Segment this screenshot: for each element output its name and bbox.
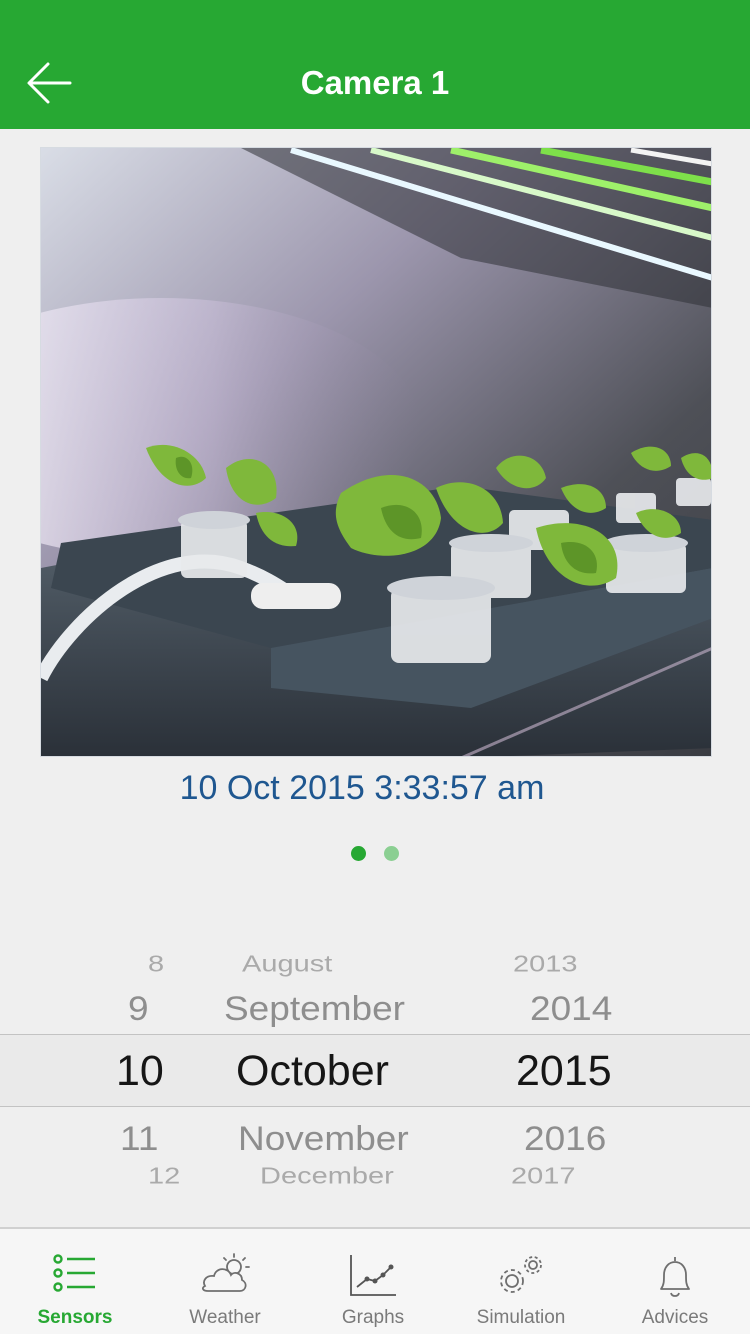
- gears-icon: [500, 1256, 542, 1293]
- tab-advices[interactable]: Advices: [600, 1229, 750, 1334]
- picker-month-selected[interactable]: October: [236, 1047, 389, 1096]
- picker-day-selected[interactable]: 10: [116, 1047, 164, 1096]
- picker-day-option[interactable]: 12: [148, 1163, 180, 1189]
- picker-month-option[interactable]: November: [238, 1120, 409, 1159]
- bell-icon: [660, 1257, 690, 1297]
- tab-label: Graphs: [341, 1307, 405, 1328]
- tab-graphs[interactable]: Graphs: [298, 1229, 448, 1334]
- picker-year-option[interactable]: 2013: [513, 951, 578, 977]
- picker-year-selected[interactable]: 2015: [516, 1047, 612, 1096]
- tab-label: Simulation: [476, 1307, 566, 1328]
- back-arrow-icon: [27, 62, 72, 104]
- page-dot-active[interactable]: [351, 846, 366, 861]
- page-indicator: [0, 846, 750, 862]
- picker-day-option[interactable]: 9: [128, 990, 149, 1029]
- picker-year-option[interactable]: 2016: [524, 1120, 606, 1159]
- page-dot[interactable]: [384, 846, 399, 861]
- photo-timestamp: 10 Oct 2015 3:33:57 am: [179, 769, 545, 807]
- page-title: Camera 1: [300, 64, 450, 101]
- picker-month-option[interactable]: December: [260, 1163, 394, 1189]
- picker-day-option[interactable]: 8: [148, 951, 164, 977]
- picker-year-option[interactable]: 2017: [511, 1163, 576, 1189]
- back-button[interactable]: [22, 58, 78, 108]
- picker-month-option[interactable]: August: [242, 951, 332, 977]
- tab-sensors[interactable]: Sensors: [0, 1229, 150, 1334]
- tab-label: Weather: [189, 1307, 261, 1328]
- list-icon: [53, 1254, 95, 1292]
- cloud-sun-icon: [201, 1253, 250, 1292]
- picker-month-option[interactable]: September: [224, 990, 405, 1029]
- camera-photo[interactable]: [40, 147, 712, 757]
- date-picker[interactable]: 8 9 10 11 12 August September October No…: [0, 930, 750, 1228]
- picker-day-option[interactable]: 11: [120, 1120, 158, 1159]
- picker-year-option[interactable]: 2014: [530, 990, 612, 1029]
- tab-weather[interactable]: Weather: [150, 1229, 300, 1334]
- tab-label: Advices: [641, 1307, 709, 1328]
- tab-label: Sensors: [37, 1307, 113, 1328]
- line-chart-icon: [350, 1255, 396, 1296]
- top-bar: Camera 1: [0, 0, 750, 129]
- tab-bar: Sensors Weather Graphs Simulation Advice…: [0, 1228, 750, 1334]
- tab-simulation[interactable]: Simulation: [446, 1229, 596, 1334]
